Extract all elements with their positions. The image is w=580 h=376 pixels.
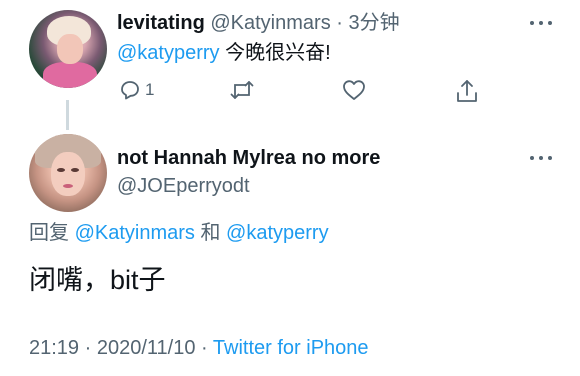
tweet-text: @katyperry 今晚很兴奋! (117, 40, 331, 66)
thread-connector (66, 100, 69, 130)
avatar-face (57, 34, 83, 64)
avatar-eye (57, 168, 65, 172)
more-icon[interactable] (530, 19, 552, 27)
tweet-meta: 21:19 · 2020/11/10 · Twitter for iPhone (29, 335, 369, 361)
tweet-thread: levitating @Katyinmars · 3分钟 @katyperry … (0, 0, 580, 376)
avatar[interactable] (29, 134, 107, 212)
avatar-eye (71, 168, 79, 172)
retweet-icon (230, 81, 254, 99)
display-name[interactable]: not Hannah Mylrea no more (117, 145, 380, 171)
separator-dot: · (84, 337, 92, 359)
separator-dot: · (201, 337, 208, 359)
reply-button[interactable]: 1 (118, 78, 154, 102)
avatar-lips (63, 184, 73, 188)
display-name[interactable]: levitating (117, 12, 205, 34)
user-handle[interactable]: @Katyinmars (210, 12, 330, 34)
mention-link[interactable]: @katyperry (117, 42, 220, 64)
more-icon[interactable] (530, 154, 552, 162)
reply-conjunction: 和 (200, 222, 221, 244)
like-icon (343, 80, 365, 100)
reply-prefix: 回复 (29, 222, 69, 244)
tweet-time[interactable]: 21:19 (29, 337, 79, 359)
reply-count: 1 (145, 80, 155, 99)
tweet-date[interactable]: 2020/11/10 (97, 337, 196, 359)
reply-icon (121, 81, 139, 100)
tweet-body: 今晚很兴奋! (225, 42, 331, 64)
separator-dot: · (336, 12, 343, 34)
user-handle[interactable]: @JOEperryodt (117, 173, 250, 199)
avatar-dress (43, 62, 97, 88)
share-icon (457, 80, 477, 102)
avatar[interactable] (29, 10, 107, 88)
mention-link[interactable]: @Katyinmars (75, 222, 195, 244)
tweet-body: 闭嘴，bit子 (29, 265, 166, 295)
avatar-face (51, 152, 85, 196)
replying-to: 回复 @Katyinmars 和 @katyperry (29, 220, 329, 246)
mention-link[interactable]: @katyperry (226, 222, 329, 244)
tweet-header: levitating @Katyinmars · 3分钟 (117, 10, 400, 36)
retweet-button[interactable] (229, 78, 255, 102)
tweet-source[interactable]: Twitter for iPhone (213, 337, 369, 359)
timestamp[interactable]: 3分钟 (349, 12, 400, 34)
share-button[interactable] (454, 78, 480, 104)
like-button[interactable] (341, 78, 367, 102)
